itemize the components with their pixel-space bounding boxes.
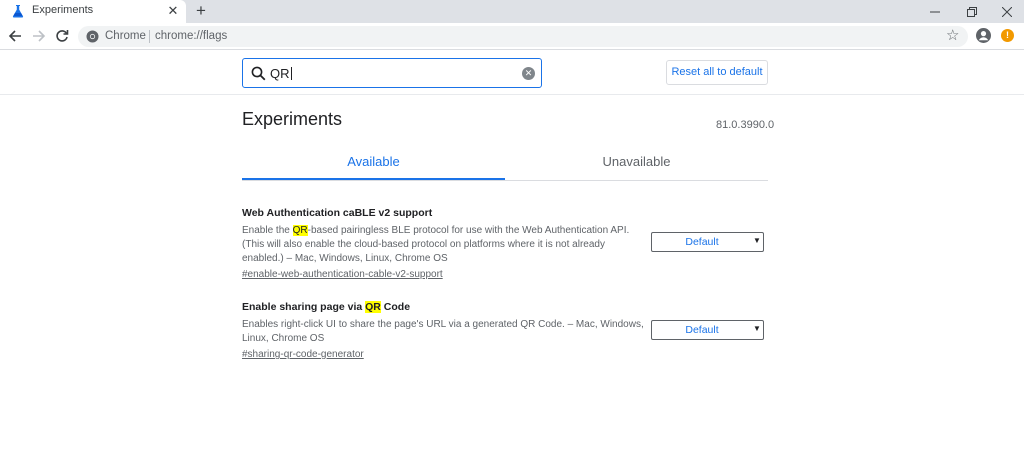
select-value: Default [685, 324, 719, 336]
search-icon [251, 66, 266, 81]
chrome-icon [86, 30, 99, 43]
experiment-item: Web Authentication caBLE v2 support Enab… [242, 207, 768, 282]
back-button[interactable] [6, 27, 24, 45]
browser-toolbar: Chrome chrome://flags ☆ ! [0, 23, 1024, 50]
experiment-state-select[interactable]: Default ▼ [651, 320, 764, 340]
tab-title: Experiments [32, 4, 94, 16]
site-chip-label: Chrome [105, 30, 146, 42]
restore-button[interactable] [955, 0, 989, 23]
minimize-icon [930, 11, 940, 12]
forward-button[interactable] [30, 27, 48, 45]
page-title: Experiments [242, 109, 343, 129]
version-label: 81.0.3990.0 [716, 119, 775, 131]
close-tab-icon[interactable]: ✕ [166, 3, 180, 19]
search-flags-input[interactable]: QR ✕ [242, 58, 542, 88]
experiment-permalink[interactable]: #enable-web-authentication-cable-v2-supp… [242, 268, 768, 282]
flask-icon [12, 4, 24, 18]
experiment-title: Enable sharing page via QR Code [242, 301, 411, 313]
selected-tab-indicator [242, 178, 505, 180]
experiment-item: Enable sharing page via QR Code Enables … [242, 301, 768, 362]
close-window-button[interactable] [990, 0, 1024, 23]
omnibox-divider [149, 30, 150, 43]
experiment-description: Enables right-click UI to share the page… [242, 319, 644, 344]
experiment-permalink[interactable]: #sharing-qr-code-generator [242, 348, 768, 362]
experiment-state-select[interactable]: Default ▼ [651, 232, 764, 252]
address-bar[interactable]: Chrome chrome://flags ☆ [78, 26, 968, 47]
search-match-highlight: QR [365, 301, 381, 313]
tab-strip: Experiments ✕ + [0, 0, 1024, 23]
new-tab-button[interactable]: + [193, 1, 209, 21]
close-icon [1002, 6, 1012, 17]
reload-icon [56, 30, 69, 42]
minimize-button[interactable] [918, 0, 952, 23]
search-match-highlight: QR [292, 225, 308, 236]
browser-tab-experiments[interactable]: Experiments ✕ [0, 0, 186, 23]
dropdown-arrow-icon: ▼ [753, 236, 761, 245]
tab-available[interactable]: Available [242, 146, 505, 180]
experiment-title: Web Authentication caBLE v2 support [242, 207, 433, 219]
flags-header: QR ✕ Reset all to default [0, 51, 1024, 95]
reload-button[interactable] [53, 27, 71, 45]
select-value: Default [685, 236, 719, 248]
star-icon[interactable]: ☆ [946, 28, 959, 44]
reset-all-button[interactable]: Reset all to default [666, 60, 768, 85]
dropdown-arrow-icon: ▼ [753, 324, 761, 333]
arrow-right-icon [33, 30, 46, 42]
update-available-icon[interactable]: ! [1001, 29, 1014, 42]
arrow-left-icon [8, 30, 21, 42]
profile-avatar-icon[interactable] [975, 27, 992, 44]
tab-unavailable[interactable]: Unavailable [505, 146, 768, 180]
restore-icon [967, 6, 977, 17]
flags-tabs: Available Unavailable [242, 146, 768, 181]
experiment-description: Enable the QR-based pairingless BLE prot… [242, 225, 630, 264]
url-text[interactable]: chrome://flags [155, 30, 227, 42]
search-value[interactable]: QR [270, 66, 292, 81]
text-caret [290, 67, 292, 80]
clear-search-icon[interactable]: ✕ [522, 67, 535, 80]
